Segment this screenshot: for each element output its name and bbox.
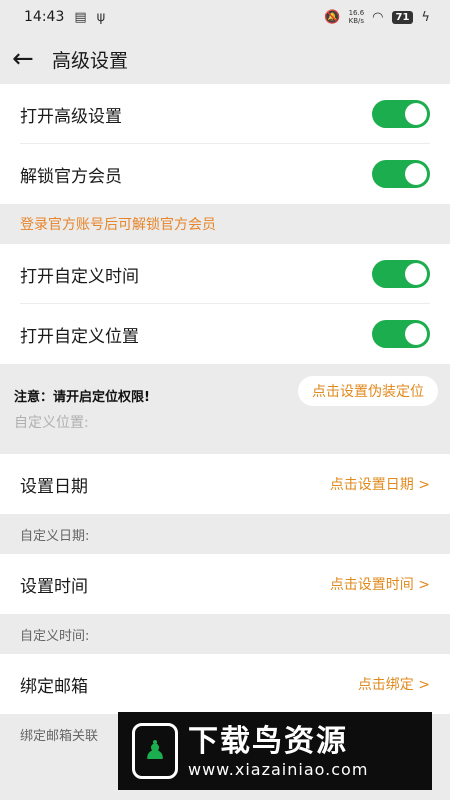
usb-icon: ψ [96, 9, 106, 25]
watermark-title: 下载鸟资源 [188, 723, 348, 759]
back-arrow-icon[interactable]: ← [12, 44, 46, 74]
custom-date-label: 自定义日期: [0, 514, 450, 554]
row-set-date[interactable]: 设置日期 点击设置日期 > [0, 454, 450, 514]
custom-location-label: 自定义位置: [14, 415, 89, 431]
page-title: 高级设置 [52, 49, 129, 72]
row-label: 打开自定义位置 [20, 326, 139, 347]
set-time-link[interactable]: 点击设置时间 > [330, 574, 430, 594]
row-open-advanced: 打开高级设置 [0, 84, 450, 144]
wifi-icon: ◠ [372, 9, 384, 25]
mute-icon: 🔕 [324, 9, 341, 25]
row-label: 设置日期 [20, 476, 88, 497]
toggle-knob [405, 103, 427, 125]
notice-text: 注意：请开启定位权限! [14, 390, 150, 405]
unlock-member-toggle[interactable] [372, 160, 430, 188]
custom-time-label: 自定义时间: [0, 614, 450, 654]
status-bar: 14:43 ▤ ψ 🔕 16.6 KB/s ◠ 71 ϟ [0, 0, 450, 34]
bird-logo-icon: ♟ [132, 723, 178, 779]
row-label: 打开高级设置 [20, 106, 122, 127]
set-fake-location-button[interactable]: 点击设置伪装定位 [298, 376, 438, 406]
row-label: 绑定邮箱 [20, 676, 88, 697]
row-label: 设置时间 [20, 576, 88, 597]
open-advanced-toggle[interactable] [372, 100, 430, 128]
battery-icon: 71 [391, 10, 414, 24]
row-label: 解锁官方会员 [20, 166, 122, 187]
row-unlock-member: 解锁官方会员 [0, 144, 450, 204]
toggle-knob [405, 263, 427, 285]
app-bar: ← 高级设置 [0, 34, 450, 84]
charging-icon: ϟ [421, 9, 430, 25]
watermark-banner: ♟ 下载鸟资源 www.xiazainiao.com [118, 712, 432, 790]
message-icon: ▤ [74, 9, 87, 25]
row-bind-email[interactable]: 绑定邮箱 点击绑定 > [0, 654, 450, 714]
row-custom-location: 打开自定义位置 [0, 304, 450, 364]
custom-time-toggle[interactable] [372, 260, 430, 288]
status-time: 14:43 [24, 9, 65, 25]
member-hint: 登录官方账号后可解锁官方会员 [0, 204, 450, 244]
set-date-link[interactable]: 点击设置日期 > [330, 474, 430, 494]
row-custom-time: 打开自定义时间 [0, 244, 450, 304]
bind-email-link[interactable]: 点击绑定 > [358, 674, 430, 694]
watermark-url: www.xiazainiao.com [188, 759, 369, 779]
row-label: 打开自定义时间 [20, 266, 139, 287]
toggle-knob [405, 323, 427, 345]
toggle-knob [405, 163, 427, 185]
row-set-time[interactable]: 设置时间 点击设置时间 > [0, 554, 450, 614]
location-notice: 注意：请开启定位权限! 点击设置伪装定位 自定义位置: [0, 364, 450, 454]
network-speed: 16.6 KB/s [348, 9, 365, 25]
custom-location-toggle[interactable] [372, 320, 430, 348]
